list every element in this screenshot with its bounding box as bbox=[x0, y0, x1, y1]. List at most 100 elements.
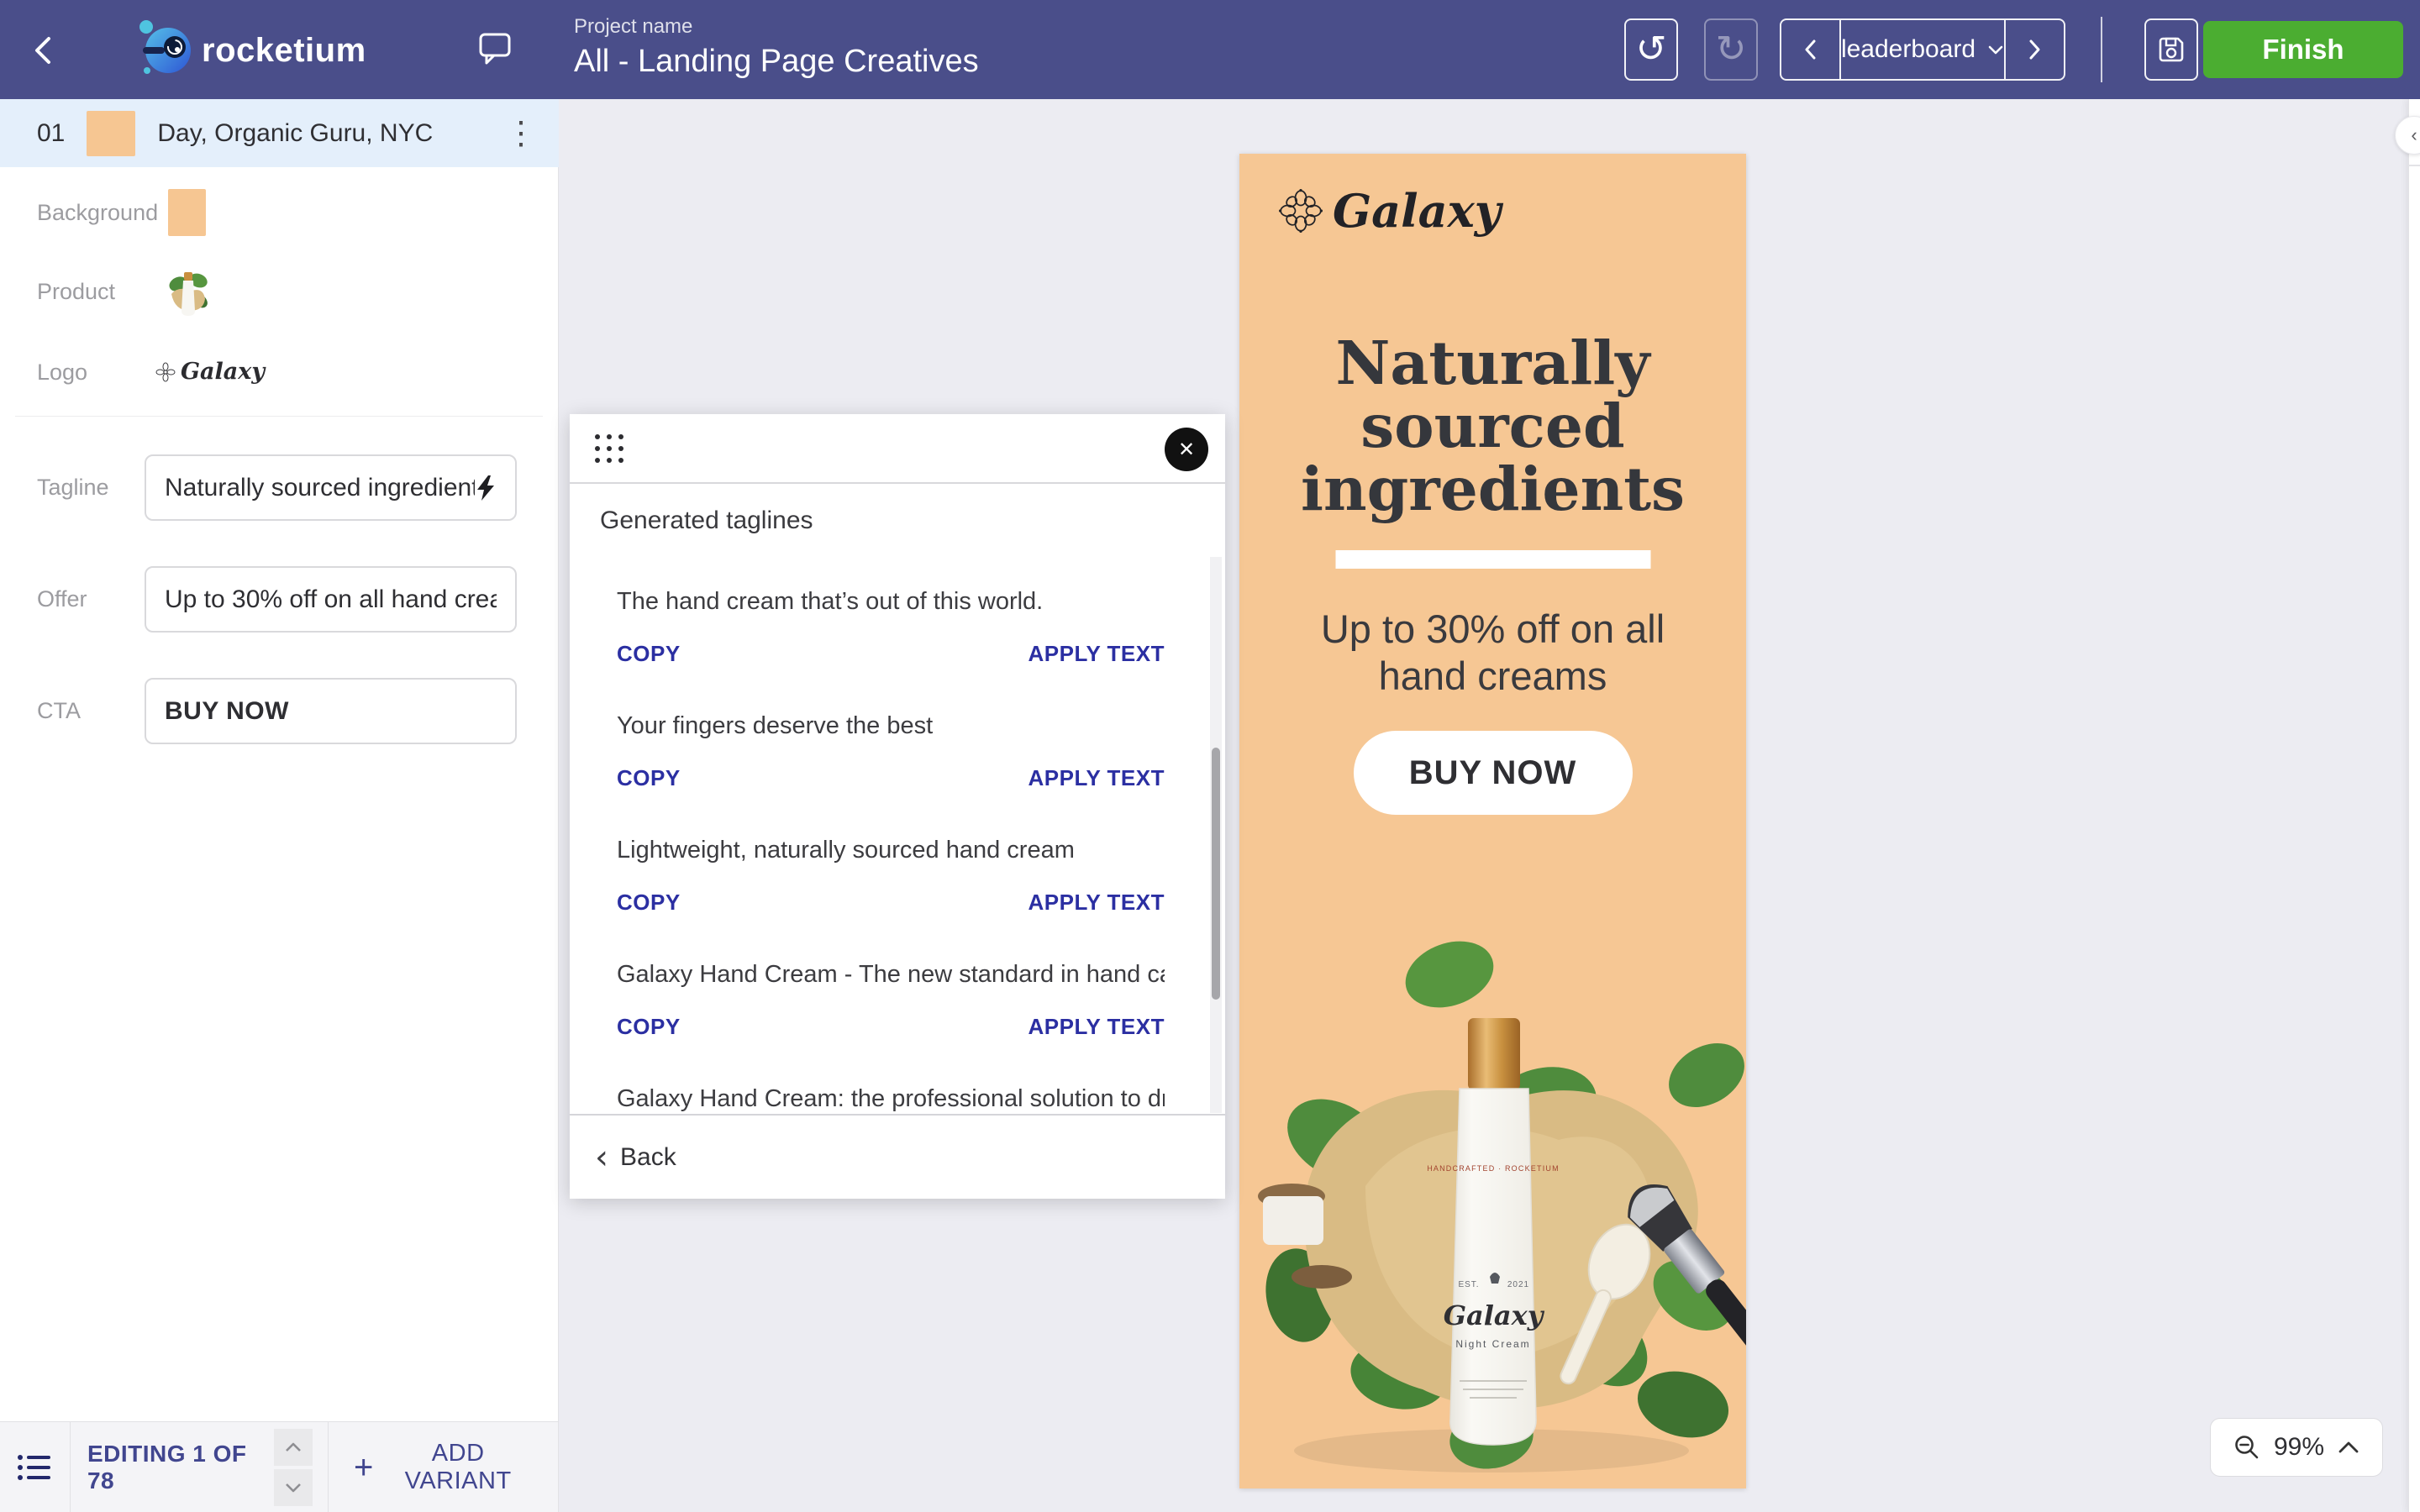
cta-input[interactable]: BUY NOW bbox=[145, 678, 517, 744]
chevron-up-icon[interactable] bbox=[2338, 1441, 2360, 1454]
page-title: All - Landing Page Creatives bbox=[574, 44, 979, 80]
next-variant-button[interactable] bbox=[274, 1469, 313, 1506]
topbar-divider bbox=[2101, 17, 2102, 82]
cta-row: CTA BUY NOW bbox=[0, 678, 559, 744]
sidebar-divider bbox=[15, 416, 543, 417]
zoom-out-icon[interactable] bbox=[2233, 1434, 2260, 1461]
save-button[interactable] bbox=[2144, 18, 2198, 81]
close-icon: ✕ bbox=[1178, 438, 1195, 462]
close-button[interactable]: ✕ bbox=[1165, 428, 1208, 471]
redo-icon: ↻ bbox=[1716, 31, 1747, 68]
list-icon bbox=[17, 1452, 52, 1483]
expand-right-panel-button[interactable]: ‹ bbox=[2395, 116, 2420, 155]
tagline-item: Galaxy Hand Cream - The new standard in … bbox=[617, 957, 1165, 1041]
tagline-input[interactable]: Naturally sourced ingredients bbox=[145, 454, 517, 521]
creative-cta-button[interactable]: BUY NOW bbox=[1354, 731, 1633, 815]
popup-scrollbar-thumb[interactable] bbox=[1212, 748, 1220, 1000]
copy-button[interactable]: COPY bbox=[617, 765, 681, 791]
creative-offer-text[interactable]: Up to 30% off on all hand creams bbox=[1292, 606, 1695, 700]
zoom-control[interactable]: 99% bbox=[2210, 1418, 2383, 1477]
creative-canvas[interactable]: Galaxy Naturally sourced ingredients Up … bbox=[1239, 154, 1746, 1488]
tagline-row: Tagline Naturally sourced ingredients bbox=[0, 454, 559, 521]
back-link[interactable]: ‹ Back bbox=[595, 1141, 676, 1174]
logo-label: Logo bbox=[37, 360, 87, 386]
copy-button[interactable]: COPY bbox=[617, 890, 681, 916]
add-variant-label: ADD VARIANT bbox=[383, 1440, 533, 1495]
product-field-row: Product bbox=[0, 265, 559, 318]
project-info: Project name All - Landing Page Creative… bbox=[574, 15, 979, 80]
redo-button[interactable]: ↻ bbox=[1704, 18, 1758, 81]
chevron-up-icon bbox=[284, 1442, 302, 1452]
logo-thumbnail[interactable]: Galaxy bbox=[155, 359, 265, 385]
popup-title: Generated taglines bbox=[600, 507, 813, 535]
feedback-button[interactable] bbox=[477, 30, 513, 67]
variant-size-switcher: leaderboard bbox=[1780, 18, 2065, 81]
collapsed-right-panel bbox=[2408, 99, 2420, 1512]
variant-menu-button[interactable]: ⋮ bbox=[505, 118, 537, 150]
top-bar: rocketium Project name All - Landing Pag… bbox=[0, 0, 2420, 99]
zoom-level: 99% bbox=[2274, 1433, 2324, 1462]
offer-label: Offer bbox=[37, 586, 87, 612]
cta-value: BUY NOW bbox=[165, 697, 497, 726]
right-panel-divider bbox=[2408, 165, 2420, 166]
tagline-label: Tagline bbox=[37, 475, 109, 501]
galaxy-flower-icon bbox=[155, 362, 176, 382]
chat-bubble-icon bbox=[477, 30, 513, 67]
undo-icon: ↺ bbox=[1636, 31, 1667, 68]
previous-variant-button[interactable] bbox=[274, 1429, 313, 1466]
back-button[interactable] bbox=[29, 34, 57, 67]
size-dropdown-value: leaderboard bbox=[1841, 35, 1975, 64]
tagline-text: The hand cream that’s out of this world. bbox=[617, 584, 1165, 619]
creative-brand-name: Galaxy bbox=[1333, 184, 1501, 238]
logo-field-row: Logo Galaxy bbox=[0, 347, 559, 397]
popup-footer: ‹ Back bbox=[570, 1114, 1225, 1199]
tagline-item: The hand cream that’s out of this world.… bbox=[617, 584, 1165, 668]
copy-button[interactable]: COPY bbox=[617, 641, 681, 667]
tagline-value: Naturally sourced ingredients bbox=[165, 474, 475, 502]
apply-text-button[interactable]: APPLY TEXT bbox=[1028, 890, 1165, 916]
previous-size-button[interactable] bbox=[1781, 20, 1839, 79]
ai-lightning-icon[interactable] bbox=[475, 475, 497, 501]
offer-value: Up to 30% off on all hand creams bbox=[165, 585, 497, 614]
variant-color-swatch bbox=[87, 111, 135, 156]
drag-handle-icon[interactable] bbox=[595, 434, 623, 463]
apply-text-button[interactable]: APPLY TEXT bbox=[1028, 765, 1165, 791]
product-label: Product bbox=[37, 279, 115, 305]
variant-list-toggle-button[interactable] bbox=[0, 1422, 71, 1512]
variant-sidebar: 01 Day, Organic Guru, NYC ⋮ Background P… bbox=[0, 99, 559, 1421]
next-size-button[interactable] bbox=[2006, 20, 2064, 79]
finish-button[interactable]: Finish bbox=[2203, 21, 2403, 78]
product-image-thumbnail[interactable] bbox=[166, 265, 210, 318]
galaxy-flower-icon bbox=[1279, 189, 1323, 233]
popup-header: ✕ bbox=[570, 414, 1225, 484]
tagline-text: Lightweight, naturally sourced hand crea… bbox=[617, 832, 1165, 868]
tube-brand: Galaxy bbox=[1444, 1299, 1545, 1331]
size-dropdown[interactable]: leaderboard bbox=[1839, 20, 2006, 79]
save-floppy-icon bbox=[2156, 34, 2186, 65]
tagline-text: Galaxy Hand Cream: the professional solu… bbox=[617, 1081, 1165, 1114]
chevron-left-icon: ‹ bbox=[2411, 124, 2417, 146]
tube-year: 2021 bbox=[1507, 1280, 1529, 1289]
logo-thumbnail-text: Galaxy bbox=[181, 359, 265, 385]
undo-button[interactable]: ↺ bbox=[1624, 18, 1678, 81]
background-label: Background bbox=[37, 200, 158, 226]
tube-handcrafted-line: HANDCRAFTED · ROCKETIUM bbox=[1427, 1164, 1560, 1173]
tagline-item: Lightweight, naturally sourced hand crea… bbox=[617, 832, 1165, 916]
offer-input[interactable]: Up to 30% off on all hand creams bbox=[145, 566, 517, 633]
taglines-list: The hand cream that’s out of this world.… bbox=[570, 556, 1225, 1114]
add-variant-button[interactable]: + ADD VARIANT bbox=[329, 1422, 558, 1512]
chevron-left-icon bbox=[1802, 38, 1818, 61]
copy-button[interactable]: COPY bbox=[617, 1014, 681, 1040]
apply-text-button[interactable]: APPLY TEXT bbox=[1028, 641, 1165, 667]
creative-underline-bar[interactable] bbox=[1335, 550, 1650, 569]
creative-headline[interactable]: Naturally sourced ingredients bbox=[1239, 332, 1746, 521]
creative-logo[interactable]: Galaxy bbox=[1279, 184, 1501, 238]
offer-row: Offer Up to 30% off on all hand creams bbox=[0, 566, 559, 633]
tagline-text: Your fingers deserve the best bbox=[617, 708, 1165, 743]
product-photo[interactable]: HANDCRAFTED · ROCKETIUM EST. 2021 Galaxy… bbox=[1239, 900, 1746, 1488]
background-color-swatch[interactable] bbox=[168, 189, 206, 236]
variant-list-item[interactable]: 01 Day, Organic Guru, NYC ⋮ bbox=[0, 99, 559, 167]
generated-taglines-popup: ✕ Generated taglines The hand cream that… bbox=[570, 414, 1225, 1199]
apply-text-button[interactable]: APPLY TEXT bbox=[1028, 1014, 1165, 1040]
chevron-down-icon bbox=[1987, 45, 2004, 55]
